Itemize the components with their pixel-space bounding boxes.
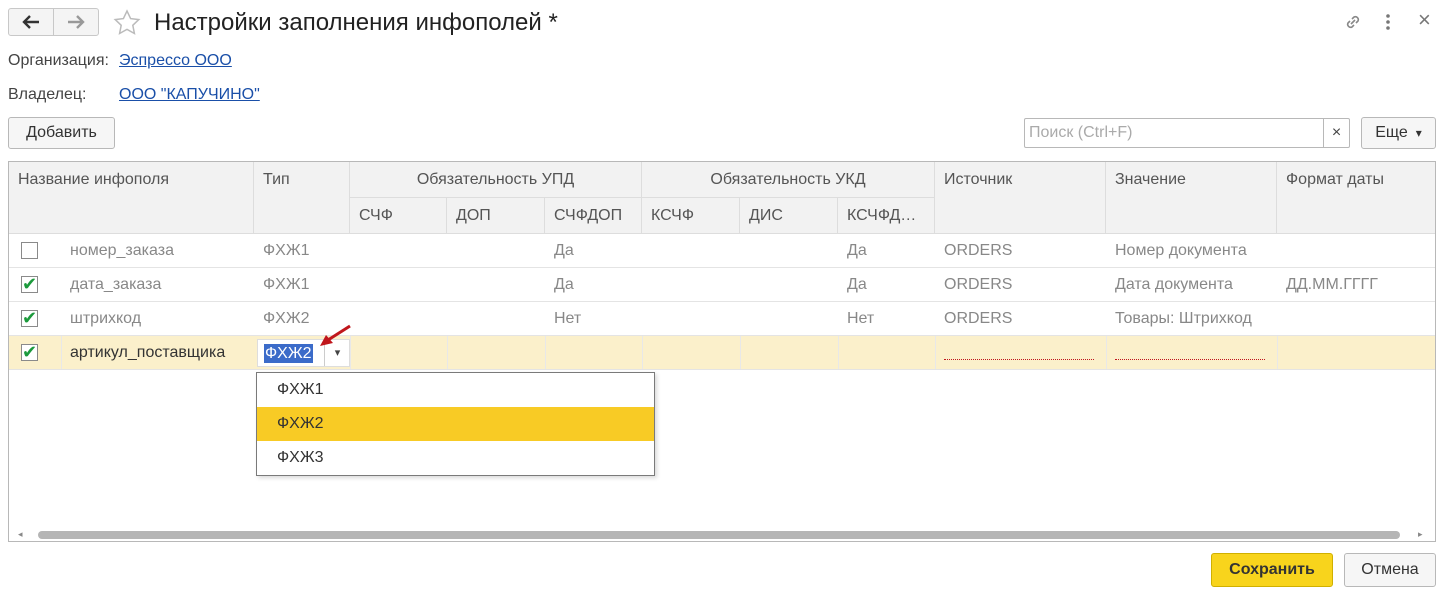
cell-ukd-ksfdis: Нет — [847, 310, 875, 327]
cell-type: ФХЖ1 — [263, 276, 310, 293]
owner-label: Владелец: — [8, 86, 87, 103]
cell-date-format: ДД.ММ.ГГГГ — [1286, 276, 1378, 293]
page-title: Настройки заполнения инфополей * — [154, 9, 558, 36]
arrow-left-icon — [22, 15, 39, 29]
cell-upd-sfdop: Да — [554, 276, 574, 293]
checkmark-icon: ✔ — [22, 274, 38, 294]
more-button[interactable]: Еще ▾ — [1361, 117, 1436, 149]
column-header-date-format[interactable]: Формат даты — [1277, 162, 1435, 234]
save-button[interactable]: Сохранить — [1211, 553, 1333, 587]
table-row[interactable]: ✔ штрихкод ФХЖ2 Нет Нет ORDERS Товары: Ш… — [9, 302, 1435, 336]
infofields-table: Название инфополя Тип Обязательность УПД… — [8, 161, 1436, 542]
dropdown-option[interactable]: ФХЖ3 — [257, 441, 654, 475]
column-header-value[interactable]: Значение — [1106, 162, 1277, 234]
table-row[interactable]: ✔ дата_заказа ФХЖ1 Да Да ORDERS Дата док… — [9, 268, 1435, 302]
organization-link[interactable]: Эспрессо ООО — [119, 52, 232, 70]
cell-value: Номер документа — [1115, 242, 1247, 259]
row-checkbox[interactable]: ✔ — [21, 308, 38, 328]
cell-upd-sfdop: Нет — [554, 310, 582, 327]
add-button[interactable]: Добавить — [8, 117, 115, 149]
cell-ukd-ksfdis: Да — [847, 242, 867, 259]
scrollbar-thumb[interactable] — [38, 531, 1400, 539]
column-header-name[interactable]: Название инфополя — [9, 162, 254, 234]
star-icon[interactable] — [113, 9, 141, 37]
cell-value: Дата документа — [1115, 276, 1233, 293]
cell-name: артикул_поставщика — [70, 344, 226, 361]
annotation-arrow-icon — [320, 324, 351, 346]
chevron-down-icon: ▾ — [1415, 126, 1422, 140]
column-header-source[interactable]: Источник — [935, 162, 1106, 234]
row-checkbox[interactable] — [21, 242, 38, 259]
arrow-right-icon — [68, 15, 85, 29]
search-input[interactable] — [1025, 119, 1323, 147]
column-header-ukd-ksf[interactable]: КСЧФ — [642, 198, 740, 234]
column-header-upd-dop[interactable]: ДОП — [447, 198, 545, 234]
forward-button[interactable] — [53, 8, 99, 36]
owner-link[interactable]: ООО "КАПУЧИНО" — [119, 86, 260, 104]
cell-value: Товары: Штрихкод — [1115, 310, 1252, 327]
row-checkbox[interactable]: ✔ — [21, 342, 38, 362]
horizontal-scrollbar[interactable]: ◂ ▸ — [10, 527, 1434, 541]
cell-source: ORDERS — [944, 310, 1013, 327]
column-header-upd-sf[interactable]: СЧФ — [350, 198, 447, 234]
cell-name: номер_заказа — [70, 242, 174, 259]
close-icon[interactable]: × — [1418, 8, 1431, 32]
column-header-ukd-dis[interactable]: ДИС — [740, 198, 838, 234]
type-dropdown-list: ФХЖ1 ФХЖ2 ФХЖ3 — [256, 372, 655, 476]
cell-source: ORDERS — [944, 276, 1013, 293]
cell-source: ORDERS — [944, 242, 1013, 259]
table-row[interactable]: номер_заказа ФХЖ1 Да Да ORDERS Номер док… — [9, 234, 1435, 268]
cell-upd-sfdop: Да — [554, 242, 574, 259]
row-checkbox[interactable]: ✔ — [21, 274, 38, 294]
more-vertical-icon[interactable] — [1384, 12, 1392, 32]
link-icon[interactable] — [1343, 12, 1363, 32]
scroll-right-icon[interactable]: ▸ — [1418, 529, 1423, 540]
organization-label: Организация: — [8, 52, 109, 69]
cancel-button[interactable]: Отмена — [1344, 553, 1436, 587]
cell-type: ФХЖ1 — [263, 242, 310, 259]
type-select-value: ФХЖ2 — [264, 344, 313, 363]
column-group-upd: Обязательность УПД — [350, 162, 642, 198]
source-required-field[interactable] — [944, 359, 1094, 360]
dropdown-option-selected[interactable]: ФХЖ2 — [257, 407, 654, 441]
cell-name: штрихкод — [70, 310, 142, 327]
cell-ukd-ksfdis: Да — [847, 276, 867, 293]
column-group-ukd: Обязательность УКД — [642, 162, 935, 198]
scroll-left-icon[interactable]: ◂ — [18, 529, 23, 540]
search-box: × — [1024, 118, 1350, 148]
dropdown-option[interactable]: ФХЖ1 — [257, 373, 654, 407]
search-clear-button[interactable]: × — [1323, 119, 1349, 147]
checkmark-icon: ✔ — [22, 308, 38, 328]
table-row-selected[interactable]: ✔ артикул_поставщика ФХЖ2 ▾ — [9, 336, 1435, 370]
back-button[interactable] — [8, 8, 54, 36]
checkmark-icon: ✔ — [22, 342, 38, 362]
value-required-field[interactable] — [1115, 359, 1265, 360]
column-header-type[interactable]: Тип — [254, 162, 350, 234]
more-button-label: Еще — [1375, 124, 1408, 141]
cell-name: дата_заказа — [70, 276, 162, 293]
column-header-upd-sfdop[interactable]: СЧФДОП — [545, 198, 642, 234]
column-header-ukd-ksfdis[interactable]: КСЧФД… — [838, 198, 935, 234]
